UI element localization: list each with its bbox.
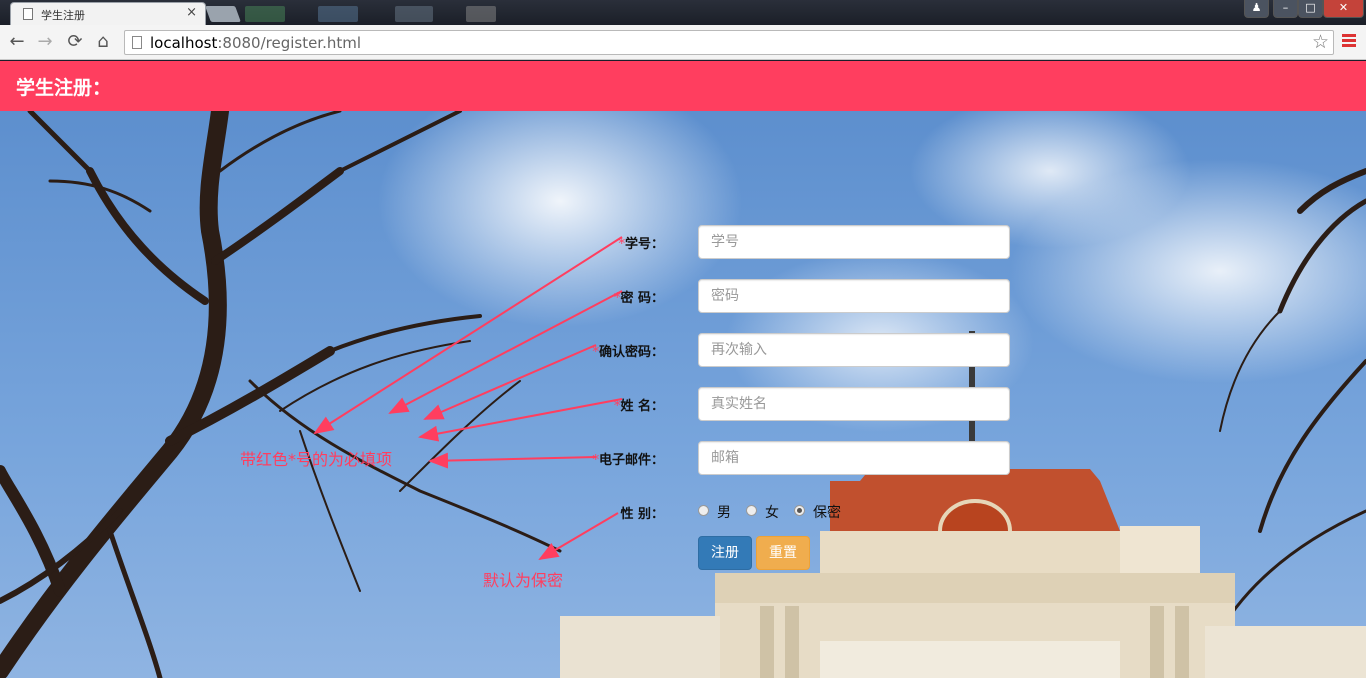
new-tab-button[interactable] bbox=[205, 6, 241, 22]
blurred-taskbar-item bbox=[466, 6, 496, 22]
forward-icon[interactable]: → bbox=[34, 31, 56, 53]
reload-icon[interactable]: ⟳ bbox=[64, 31, 86, 53]
blurred-taskbar-item bbox=[395, 6, 433, 22]
arrow-name bbox=[418, 398, 623, 442]
tab-title: 学生注册 bbox=[41, 9, 85, 22]
url-text: localhost:8080/register.html bbox=[150, 34, 362, 52]
menu-icon[interactable] bbox=[1342, 34, 1356, 50]
address-bar[interactable]: localhost:8080/register.html ☆ bbox=[124, 30, 1334, 55]
maximize-button[interactable]: □ bbox=[1298, 0, 1323, 18]
arrow-email bbox=[428, 452, 597, 469]
page-info-icon bbox=[132, 36, 142, 49]
home-icon[interactable]: ⌂ bbox=[92, 31, 114, 53]
tab-close-icon[interactable]: × bbox=[186, 5, 197, 20]
blurred-taskbar-item bbox=[245, 6, 285, 22]
arrow-student-id bbox=[313, 236, 623, 435]
user-icon[interactable]: ♟ bbox=[1244, 0, 1269, 18]
bookmark-star-icon[interactable]: ☆ bbox=[1312, 31, 1329, 53]
arrow-password bbox=[388, 290, 623, 414]
page: 学生注册： *学号： 学号 *密 码： *确认密码： *姓 名： 真实姓名 *电… bbox=[0, 61, 1366, 678]
blurred-taskbar-item bbox=[318, 6, 358, 22]
browser-toolbar: ← → ⟳ ⌂ localhost:8080/register.html ☆ bbox=[0, 25, 1366, 60]
arrow-gender bbox=[538, 512, 619, 561]
required-annotation: 带红色*号的为必填项 bbox=[240, 450, 393, 469]
browser-titlebar: 学生注册 × ♟ – □ ✕ bbox=[0, 0, 1366, 25]
default-gender-annotation: 默认为保密 bbox=[483, 571, 564, 590]
annotation-arrows bbox=[313, 236, 623, 561]
close-window-button[interactable]: ✕ bbox=[1323, 0, 1364, 18]
minimize-button[interactable]: – bbox=[1273, 0, 1298, 18]
page-icon bbox=[23, 8, 33, 20]
back-icon[interactable]: ← bbox=[6, 31, 28, 53]
browser-tab[interactable]: 学生注册 × bbox=[10, 2, 206, 25]
